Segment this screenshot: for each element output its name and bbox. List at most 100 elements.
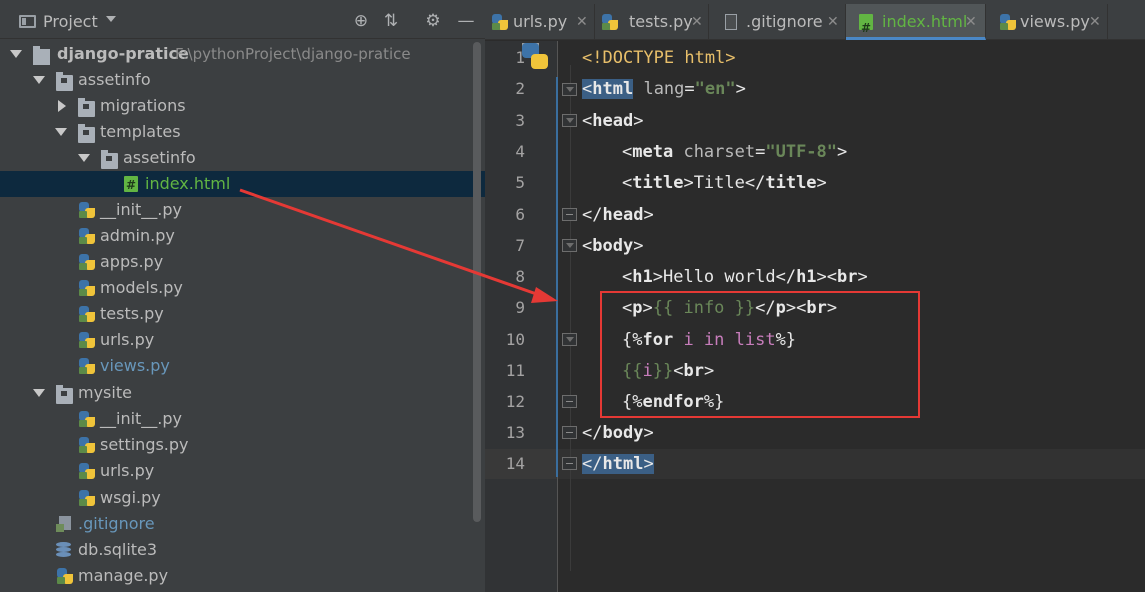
expand-arrow-icon[interactable] bbox=[33, 76, 45, 84]
tree-row-settings-py[interactable]: settings.py bbox=[0, 432, 485, 458]
expand-arrow-icon[interactable] bbox=[55, 128, 67, 136]
python-file-icon bbox=[79, 490, 96, 506]
tree-row-index-html[interactable]: index.html bbox=[0, 171, 485, 198]
tab-index-html[interactable]: index.html ✕ bbox=[846, 4, 986, 46]
fold-end-icon[interactable] bbox=[562, 457, 577, 470]
python-file-icon bbox=[79, 411, 96, 427]
python-file-icon bbox=[79, 358, 96, 374]
tree-row-mysite[interactable]: mysite bbox=[0, 380, 485, 406]
tree-row-tests-py[interactable]: tests.py bbox=[0, 301, 485, 327]
tab-label: tests.py bbox=[629, 12, 693, 31]
line-number: 7 bbox=[515, 236, 525, 255]
project-view-icon bbox=[19, 15, 36, 28]
tree-label: assetinfo bbox=[123, 148, 196, 167]
html-file-icon bbox=[124, 172, 138, 198]
tree-row-db-sqlite3[interactable]: db.sqlite3 bbox=[0, 537, 485, 563]
expand-arrow-icon[interactable] bbox=[33, 389, 45, 397]
database-icon bbox=[56, 542, 71, 558]
tab-label: .gitignore bbox=[746, 12, 823, 31]
python-gutter-icon[interactable] bbox=[522, 43, 548, 69]
chevron-down-icon[interactable] bbox=[106, 16, 116, 22]
code-line-4: <meta charset="UTF-8"> bbox=[622, 142, 848, 162]
code-token: <!DOCTYPE html> bbox=[582, 48, 736, 68]
python-file-icon bbox=[79, 332, 96, 348]
tab-gitignore[interactable]: .gitignore ✕ bbox=[709, 4, 846, 40]
tree-row-init-py[interactable]: __init__.py bbox=[0, 197, 485, 223]
python-file-icon bbox=[79, 306, 96, 322]
code-line-14: </html> bbox=[582, 454, 654, 474]
code-token: "UTF-8" bbox=[765, 142, 838, 162]
collapse-arrow-icon[interactable] bbox=[58, 100, 66, 112]
tree-row-gitignore[interactable]: .gitignore bbox=[0, 511, 485, 537]
project-panel-title[interactable]: Project bbox=[43, 12, 98, 31]
tree-row-assetinfo[interactable]: assetinfo bbox=[0, 67, 485, 93]
close-icon[interactable]: ✕ bbox=[1089, 4, 1101, 40]
fold-end-icon[interactable] bbox=[562, 395, 577, 408]
tree-row-manage-py[interactable]: manage.py bbox=[0, 563, 485, 589]
code-token: }} bbox=[734, 298, 756, 318]
fold-icon[interactable] bbox=[562, 239, 577, 252]
tree-row-mysite-urls-py[interactable]: urls.py bbox=[0, 458, 485, 484]
code-token: meta bbox=[632, 142, 674, 162]
text-file-icon bbox=[56, 516, 73, 532]
tree-row-models-py[interactable]: models.py bbox=[0, 275, 485, 301]
tree-row-views-py[interactable]: views.py bbox=[0, 353, 485, 379]
fold-end-icon[interactable] bbox=[562, 208, 577, 221]
python-file-icon bbox=[79, 202, 96, 218]
target-icon[interactable]: ⊕ bbox=[351, 11, 371, 31]
text-file-icon bbox=[725, 14, 737, 30]
tree-row-admin-py[interactable]: admin.py bbox=[0, 223, 485, 249]
folder-icon bbox=[56, 385, 73, 404]
tree-label: urls.py bbox=[100, 330, 155, 349]
python-file-icon bbox=[1000, 14, 1016, 30]
tree-label: models.py bbox=[100, 278, 183, 297]
line-number: 2 bbox=[515, 79, 525, 98]
scope-guide bbox=[556, 77, 558, 477]
code-token: title bbox=[632, 173, 684, 193]
python-file-icon bbox=[79, 280, 96, 296]
code-token: info bbox=[673, 298, 735, 318]
fold-icon[interactable] bbox=[562, 333, 577, 346]
tab-tests-py[interactable]: tests.py ✕ bbox=[595, 4, 709, 40]
code-line-9: <p>{{ info }}</p><br> bbox=[622, 298, 838, 318]
fold-icon[interactable] bbox=[562, 83, 577, 96]
fold-end-icon[interactable] bbox=[562, 426, 577, 439]
close-icon[interactable]: ✕ bbox=[691, 4, 703, 40]
folder-icon bbox=[56, 72, 73, 91]
close-icon[interactable]: ✕ bbox=[576, 4, 588, 40]
tree-row-assetinfo-templates[interactable]: assetinfo bbox=[0, 145, 485, 171]
fold-icon[interactable] bbox=[562, 114, 577, 127]
expand-arrow-icon[interactable] bbox=[78, 154, 90, 162]
code-line-10: {%for i in list%} bbox=[622, 325, 796, 355]
tab-urls-py[interactable]: urls.py ✕ bbox=[485, 4, 595, 40]
tab-views-py[interactable]: views.py ✕ bbox=[986, 4, 1108, 40]
tree-row-mysite-init-py[interactable]: __init__.py bbox=[0, 406, 485, 432]
gear-icon[interactable]: ⚙ bbox=[423, 11, 443, 31]
tab-label: views.py bbox=[1020, 12, 1090, 31]
tree-label: admin.py bbox=[100, 226, 175, 245]
close-icon[interactable]: ✕ bbox=[965, 4, 977, 40]
tree-row-wsgi-py[interactable]: wsgi.py bbox=[0, 485, 485, 511]
project-panel-header: Project ⊕ ⇅ ⚙ — bbox=[0, 0, 485, 39]
tree-label: templates bbox=[100, 122, 181, 141]
indent-guide bbox=[570, 65, 571, 571]
tree-row-apps-py[interactable]: apps.py bbox=[0, 249, 485, 275]
line-number: 5 bbox=[515, 173, 525, 192]
code-token: br bbox=[837, 267, 858, 287]
code-token: {% bbox=[622, 392, 643, 412]
code-token: body bbox=[602, 423, 644, 443]
expand-arrow-icon[interactable] bbox=[10, 50, 22, 58]
tree-row-urls-py[interactable]: urls.py bbox=[0, 327, 485, 353]
minimize-icon[interactable]: — bbox=[456, 11, 476, 31]
tree-row-django-pratice[interactable]: django-pratice F:\pythonProject\django-p… bbox=[0, 41, 485, 67]
tree-row-migrations[interactable]: migrations bbox=[0, 93, 485, 119]
code-line-2: <html lang="en"> bbox=[582, 79, 746, 99]
collapse-icon[interactable]: ⇅ bbox=[381, 11, 401, 31]
close-icon[interactable]: ✕ bbox=[827, 4, 839, 40]
tree-row-templates[interactable]: templates bbox=[0, 119, 485, 145]
tree-scrollbar[interactable] bbox=[473, 42, 481, 522]
code-area[interactable]: 1 2 3 4 5 6 7 8 9 10 11 12 13 14 <!DOCTY… bbox=[485, 41, 1145, 592]
folder-icon bbox=[101, 150, 118, 169]
line-number: 14 bbox=[505, 454, 525, 473]
line-number: 11 bbox=[505, 361, 525, 380]
